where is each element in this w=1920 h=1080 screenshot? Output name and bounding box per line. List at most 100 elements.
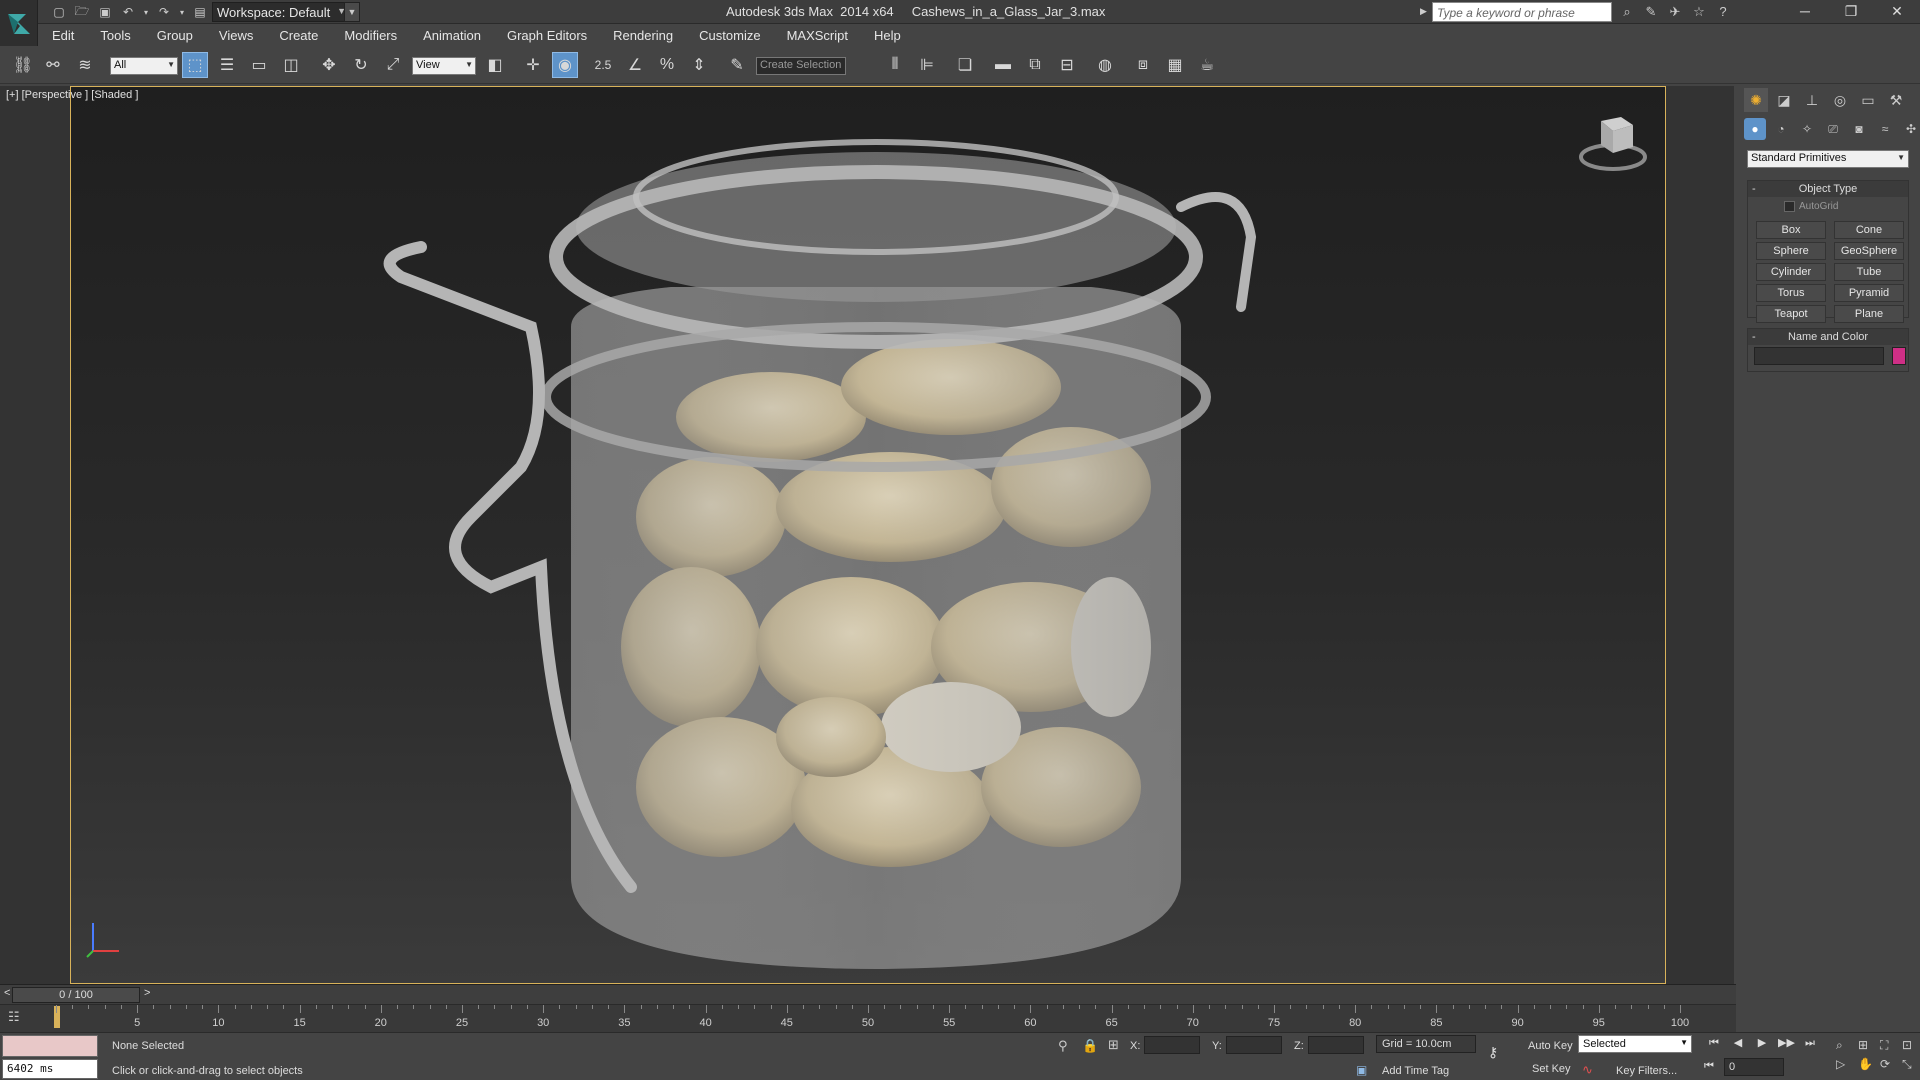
display-tab-icon[interactable]: ▭ bbox=[1856, 88, 1880, 112]
menu-modifiers[interactable]: Modifiers bbox=[330, 28, 409, 43]
key-curve-icon[interactable]: ∿ bbox=[1582, 1062, 1593, 1078]
unlink-selection-icon[interactable]: ⚯ bbox=[40, 52, 66, 78]
zoom-extents-all-icon[interactable]: ⊡ bbox=[1902, 1038, 1920, 1053]
search-expand-icon[interactable]: ▶ bbox=[1420, 6, 1427, 17]
view-cube-icon[interactable] bbox=[1575, 113, 1651, 173]
rectangular-selection-icon[interactable]: ▭ bbox=[246, 52, 272, 78]
select-by-name-icon[interactable]: ☰ bbox=[214, 52, 240, 78]
curve-editor-icon[interactable]: ⧉ bbox=[1022, 52, 1048, 78]
time-slider-marker[interactable] bbox=[54, 1006, 60, 1028]
selection-lock-icon[interactable]: 🔒 bbox=[1082, 1038, 1098, 1054]
plane-button[interactable]: Plane bbox=[1834, 305, 1904, 323]
search-input[interactable]: Type a keyword or phrase bbox=[1432, 2, 1612, 22]
geosphere-button[interactable]: GeoSphere bbox=[1834, 242, 1904, 260]
isolate-selection-icon[interactable]: ⚲ bbox=[1058, 1038, 1068, 1054]
orbit-icon[interactable]: ⟳ bbox=[1880, 1057, 1898, 1072]
material-editor-icon[interactable]: ◍ bbox=[1092, 52, 1118, 78]
teapot-button[interactable]: Teapot bbox=[1756, 305, 1826, 323]
maxscript-listener-mini[interactable] bbox=[2, 1035, 98, 1057]
tube-button[interactable]: Tube bbox=[1834, 263, 1904, 281]
hierarchy-tab-icon[interactable]: ⊥ bbox=[1800, 88, 1824, 112]
torus-button[interactable]: Torus bbox=[1756, 284, 1826, 302]
time-slider[interactable]: 0 / 100 bbox=[12, 987, 140, 1003]
go-to-start-icon[interactable]: ⏮ bbox=[1706, 1035, 1722, 1051]
helpers-icon[interactable]: ◙ bbox=[1848, 118, 1870, 140]
restore-icon[interactable]: ❐ bbox=[1828, 0, 1874, 24]
pivot-center-icon[interactable]: ◧ bbox=[482, 52, 508, 78]
menu-views[interactable]: Views bbox=[205, 28, 265, 43]
track-bar[interactable]: ☷ 5 10 15 20 25 30 35 40 45 50 55 60 65 70 75 80 85 90 95 1… bbox=[0, 1004, 1736, 1032]
close-icon[interactable]: ✕ bbox=[1874, 0, 1920, 24]
scale-icon[interactable]: ⤢ bbox=[380, 52, 406, 78]
menu-graph-editors[interactable]: Graph Editors bbox=[493, 28, 599, 43]
field-of-view-icon[interactable]: ▷ bbox=[1836, 1057, 1854, 1072]
autogrid-check[interactable] bbox=[1784, 201, 1795, 212]
minimize-icon[interactable]: ─ bbox=[1782, 0, 1828, 24]
subscription-icon[interactable]: ✎ bbox=[1642, 3, 1660, 21]
menu-customize[interactable]: Customize bbox=[685, 28, 772, 43]
cameras-icon[interactable]: ⎚ bbox=[1822, 118, 1844, 140]
next-frame-icon[interactable]: ▶▶ bbox=[1778, 1035, 1795, 1051]
space-warps-icon[interactable]: ≈ bbox=[1874, 118, 1896, 140]
binoculars-icon[interactable]: ⌕ bbox=[1618, 3, 1636, 21]
workspace-options-icon[interactable]: ▼ bbox=[344, 2, 360, 22]
perspective-viewport[interactable] bbox=[70, 86, 1666, 984]
rendered-frame-window-icon[interactable]: ▦ bbox=[1162, 52, 1188, 78]
project-folder-icon[interactable]: ▤ bbox=[191, 3, 209, 21]
time-prev-button[interactable]: < bbox=[4, 987, 10, 999]
snaps-toggle-icon[interactable]: 2.5 bbox=[590, 52, 616, 78]
move-icon[interactable]: ✥ bbox=[316, 52, 342, 78]
shapes-icon[interactable]: ◔ bbox=[1770, 118, 1792, 140]
play-icon[interactable]: ▶ bbox=[1754, 1035, 1770, 1051]
undo-icon[interactable]: ↶ bbox=[119, 3, 137, 21]
named-selection-sets-dropdown[interactable]: Create Selection Se bbox=[756, 57, 846, 75]
object-name-input[interactable] bbox=[1754, 347, 1884, 365]
create-tab-icon[interactable]: ✺ bbox=[1744, 88, 1768, 112]
absolute-mode-icon[interactable]: ⊞ bbox=[1108, 1037, 1119, 1053]
autogrid-checkbox[interactable]: AutoGrid bbox=[1784, 201, 1838, 212]
bind-to-space-warp-icon[interactable]: ≋ bbox=[72, 52, 98, 78]
motion-tab-icon[interactable]: ◎ bbox=[1828, 88, 1852, 112]
key-mode-toggle-icon[interactable]: ⏮ bbox=[1704, 1060, 1714, 1073]
lights-icon[interactable]: ✧ bbox=[1796, 118, 1818, 140]
cone-button[interactable]: Cone bbox=[1834, 221, 1904, 239]
open-file-icon[interactable]: 🗁 bbox=[73, 3, 91, 21]
utilities-tab-icon[interactable]: ⚒ bbox=[1884, 88, 1908, 112]
menu-group[interactable]: Group bbox=[143, 28, 205, 43]
rotate-icon[interactable]: ↻ bbox=[348, 52, 374, 78]
zoom-extents-icon[interactable]: ⛶ bbox=[1880, 1038, 1898, 1053]
render-production-icon[interactable]: ☕ bbox=[1194, 52, 1220, 78]
object-type-header[interactable]: - Object Type bbox=[1748, 181, 1908, 197]
save-file-icon[interactable]: ▣ bbox=[96, 3, 114, 21]
redo-icon[interactable]: ↷ bbox=[155, 3, 173, 21]
menu-help[interactable]: Help bbox=[860, 28, 913, 43]
mirror-icon[interactable]: ⫴ bbox=[882, 52, 908, 78]
help-icon[interactable]: ? bbox=[1714, 3, 1732, 21]
cylinder-button[interactable]: Cylinder bbox=[1756, 263, 1826, 281]
zoom-icon[interactable]: ⌕ bbox=[1836, 1038, 1854, 1053]
select-and-link-icon[interactable]: ⛓ bbox=[10, 52, 36, 78]
communication-icon[interactable]: ✈ bbox=[1666, 3, 1684, 21]
menu-edit[interactable]: Edit bbox=[38, 28, 86, 43]
workspace-dropdown[interactable]: Workspace: Default ▼ bbox=[212, 2, 350, 22]
auto-key-button[interactable]: Auto Key bbox=[1528, 1040, 1573, 1052]
keyboard-shortcut-override-icon[interactable]: ◉ bbox=[552, 52, 578, 78]
systems-icon[interactable]: ✣ bbox=[1900, 118, 1920, 140]
spinner-snap-icon[interactable]: ⇕ bbox=[686, 52, 712, 78]
menu-tools[interactable]: Tools bbox=[86, 28, 142, 43]
x-coordinate-input[interactable] bbox=[1144, 1036, 1200, 1054]
graphite-ribbon-icon[interactable]: ▬ bbox=[990, 52, 1016, 78]
menu-create[interactable]: Create bbox=[265, 28, 330, 43]
undo-dropdown-icon[interactable]: ▾ bbox=[142, 3, 150, 21]
time-tag-icon[interactable]: ▣ bbox=[1356, 1063, 1367, 1077]
select-manipulate-icon[interactable]: ✛ bbox=[520, 52, 546, 78]
z-coordinate-input[interactable] bbox=[1308, 1036, 1364, 1054]
align-icon[interactable]: ⊫ bbox=[914, 52, 940, 78]
new-file-icon[interactable]: ▢ bbox=[50, 3, 68, 21]
add-time-tag-button[interactable]: Add Time Tag bbox=[1382, 1065, 1449, 1077]
selection-filter-dropdown[interactable]: All ▼ bbox=[110, 57, 178, 75]
modify-tab-icon[interactable]: ◪ bbox=[1772, 88, 1796, 112]
zoom-all-icon[interactable]: ⊞ bbox=[1858, 1038, 1876, 1053]
key-mode-dropdown[interactable]: Selected ▼ bbox=[1578, 1035, 1692, 1053]
sphere-button[interactable]: Sphere bbox=[1756, 242, 1826, 260]
